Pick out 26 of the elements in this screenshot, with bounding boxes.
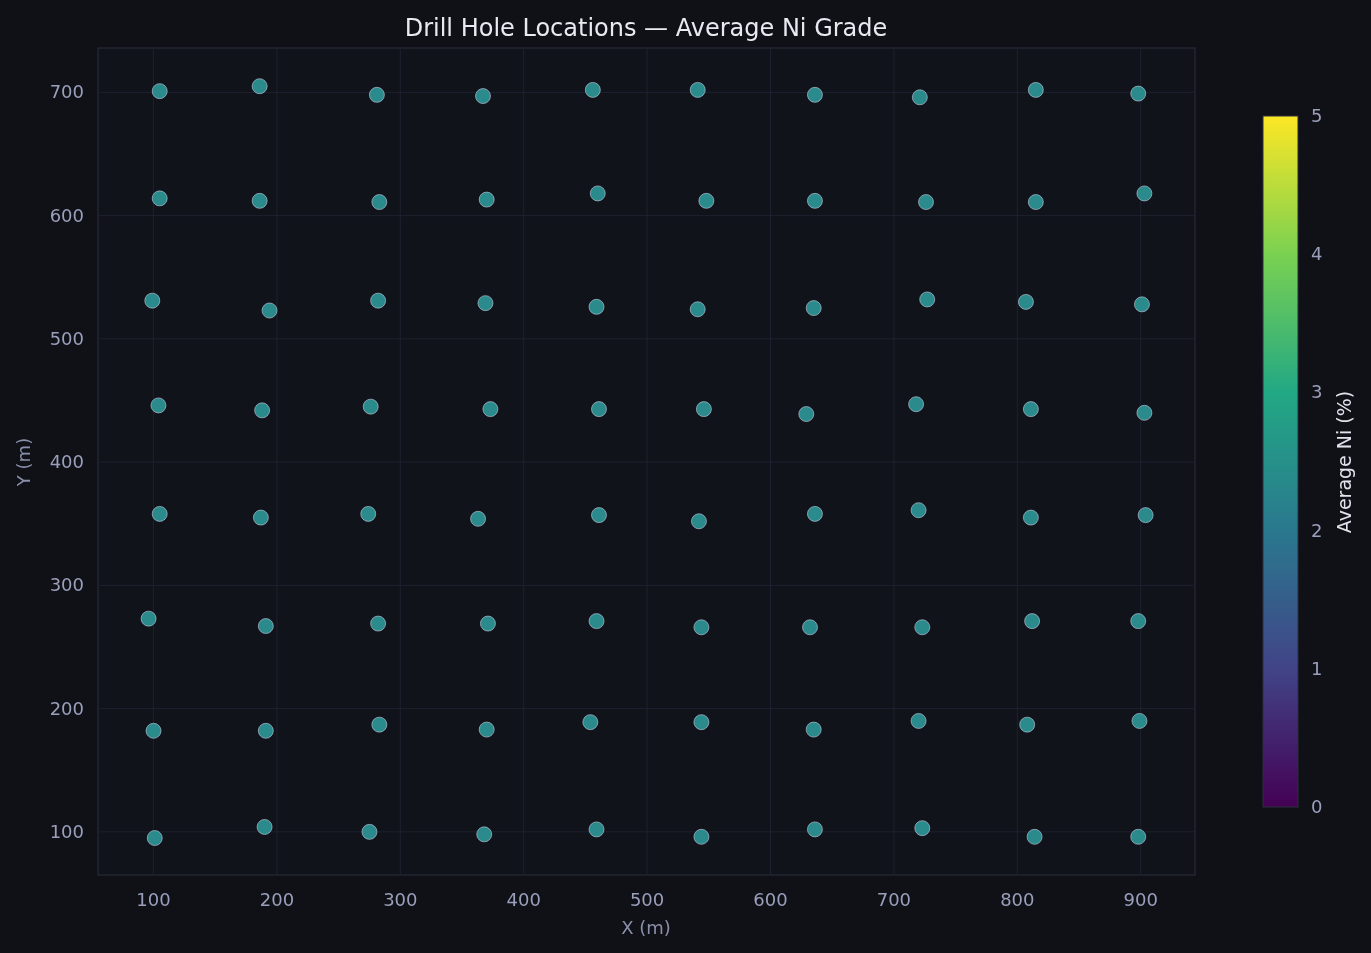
- tick-label: 0: [1311, 796, 1323, 817]
- tick-label: 300: [49, 574, 84, 596]
- tick-label: 200: [49, 697, 84, 719]
- tick-label: 900: [1123, 889, 1158, 910]
- tick-label: 600: [753, 889, 788, 910]
- tick-label: 1: [1311, 657, 1323, 679]
- tick-label: 800: [1000, 889, 1035, 910]
- tick-label: 5: [1311, 105, 1323, 126]
- axis-label: Y (m): [13, 437, 34, 487]
- tick-label: 3: [1311, 381, 1323, 403]
- tick-label: 100: [136, 889, 171, 910]
- chart-title: Drill Hole Locations — Average Ni Grade: [404, 14, 888, 42]
- tick-label: 300: [383, 889, 418, 910]
- axis-label: X (m): [621, 917, 671, 938]
- tick-label: 4: [1311, 243, 1323, 265]
- tick-label: 700: [49, 81, 84, 103]
- colorbar-label: Average Ni (%): [1333, 390, 1355, 534]
- tick-label: 600: [49, 204, 84, 226]
- tick-label: 500: [629, 889, 665, 910]
- tick-label: 700: [876, 889, 912, 910]
- tick-label: 2: [1311, 519, 1323, 541]
- tick-label: 500: [49, 327, 84, 349]
- tick-label: 100: [49, 820, 84, 842]
- tick-label: 400: [506, 889, 541, 910]
- tick-label: 400: [49, 451, 84, 473]
- tick-label: 200: [259, 889, 295, 910]
